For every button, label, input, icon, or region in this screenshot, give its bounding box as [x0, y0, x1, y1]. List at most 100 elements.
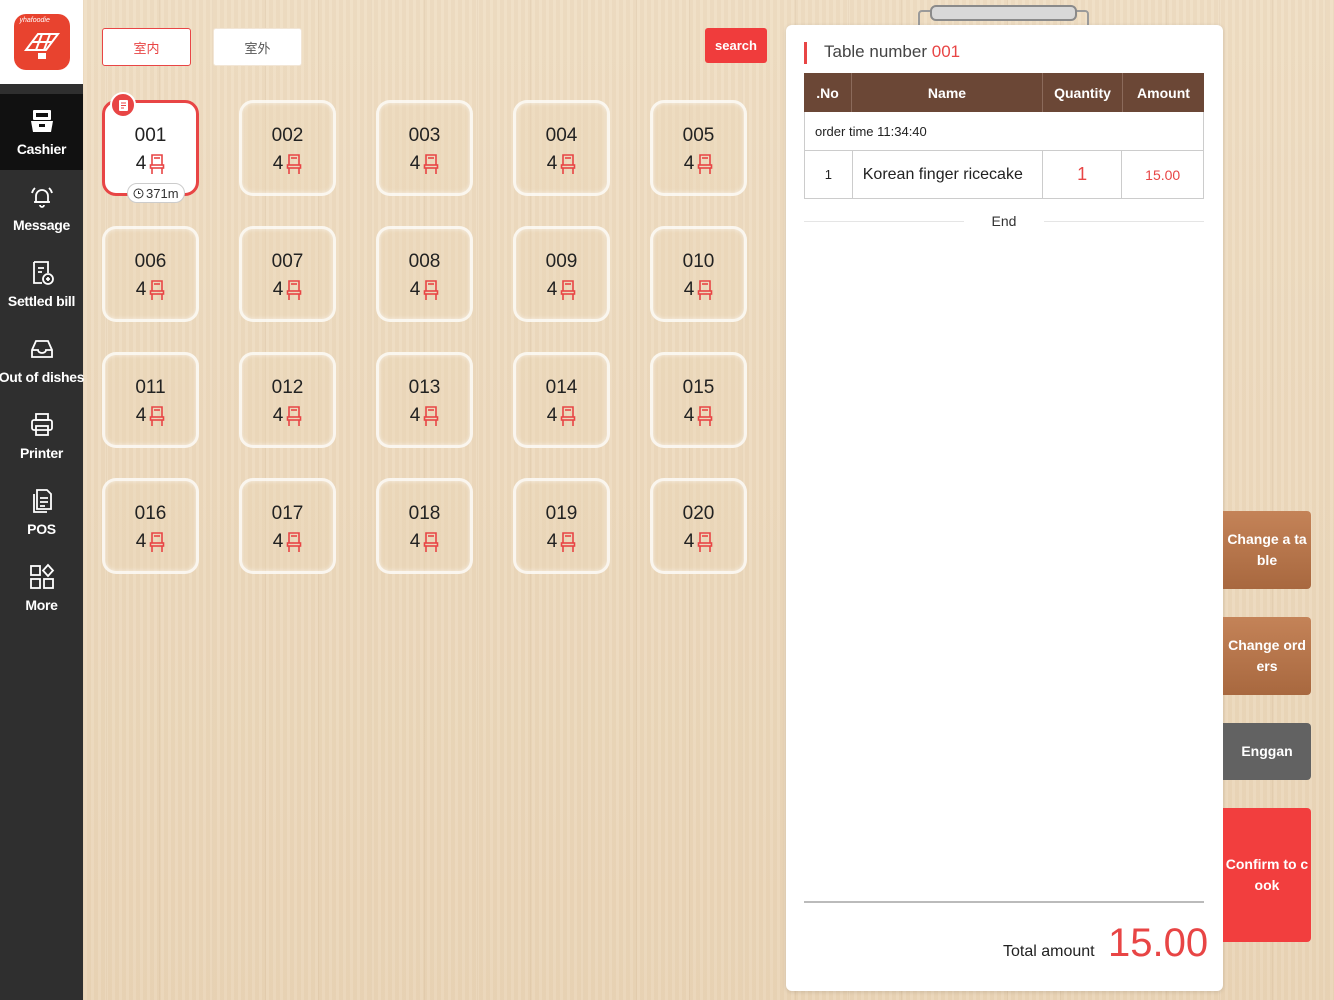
table-number: 003 — [408, 125, 441, 146]
sidebar-item-cashier[interactable]: Cashier — [0, 94, 83, 170]
table-card-015[interactable]: 015 4 — [650, 352, 747, 448]
table-number: 001 — [134, 125, 167, 146]
sidebar-item-label: Message — [12, 217, 71, 233]
column-header-quantity: Quantity — [1043, 73, 1123, 112]
order-receipt: Table number 001 .No Name Quantity Amoun… — [786, 25, 1223, 991]
chair-icon — [149, 406, 165, 426]
table-number: 011 — [135, 377, 166, 398]
table-seats: 4 — [136, 405, 166, 427]
chair-icon — [423, 154, 439, 174]
table-number-value: 001 — [931, 42, 961, 61]
indoor-zone-button[interactable]: 室内 — [102, 28, 191, 66]
receipt-title: Table number 001 — [804, 42, 961, 64]
order-table-header: .No Name Quantity Amount — [804, 73, 1204, 112]
table-card-016[interactable]: 016 4 — [102, 478, 199, 574]
row-name: Korean finger ricecake — [853, 151, 1043, 198]
table-card-006[interactable]: 006 4 — [102, 226, 199, 322]
change-table-button[interactable]: Change a table — [1223, 511, 1311, 589]
seat-count: 4 — [683, 405, 695, 426]
table-card-017[interactable]: 017 4 — [239, 478, 336, 574]
clock-icon — [133, 188, 144, 198]
cashier-icon — [30, 110, 53, 132]
logo-grid-icon — [23, 33, 60, 59]
table-number: 006 — [134, 251, 167, 272]
table-card-010[interactable]: 010 4 — [650, 226, 747, 322]
printer-icon — [30, 413, 53, 436]
enggan-button[interactable]: Enggan — [1223, 723, 1311, 780]
chair-icon — [423, 280, 439, 300]
table-number: 020 — [682, 503, 715, 524]
divider-line — [1044, 220, 1205, 222]
table-card-020[interactable]: 020 4 — [650, 478, 747, 574]
seat-count: 4 — [272, 279, 284, 300]
table-seats: 4 — [136, 531, 166, 553]
table-card-003[interactable]: 003 4 — [376, 100, 473, 196]
end-divider: End — [804, 213, 1205, 229]
table-number: 015 — [682, 377, 715, 398]
table-card-008[interactable]: 008 4 — [376, 226, 473, 322]
table-number: 008 — [408, 251, 441, 272]
table-number: 013 — [408, 377, 441, 398]
seat-count: 4 — [272, 153, 284, 174]
table-card-001[interactable]: 001 4 371m — [102, 92, 199, 203]
table-card-005[interactable]: 005 4 — [650, 100, 747, 196]
table-number: 018 — [408, 503, 441, 524]
sidebar: yhafoodie Cashier Message Settled bill O… — [0, 0, 85, 1000]
order-badge-icon — [110, 92, 136, 118]
table-card-007[interactable]: 007 4 — [239, 226, 336, 322]
timer-value: 371m — [146, 185, 179, 201]
sidebar-item-label: Printer — [19, 445, 64, 461]
sidebar-item-out-of-dishes[interactable]: Out of dishes — [0, 322, 85, 398]
table-number: 007 — [271, 251, 304, 272]
chair-icon — [697, 406, 713, 426]
change-orders-button[interactable]: Change orders — [1223, 617, 1311, 695]
table-number: 012 — [271, 377, 304, 398]
table-card-019[interactable]: 019 4 — [513, 478, 610, 574]
table-seats: 4 — [410, 405, 440, 427]
chair-icon — [149, 532, 165, 552]
confirm-cook-button[interactable]: Confirm to cook — [1223, 808, 1311, 942]
table-card-018[interactable]: 018 4 — [376, 478, 473, 574]
table-card-004[interactable]: 004 4 — [513, 100, 610, 196]
sidebar-item-printer[interactable]: Printer — [0, 398, 83, 474]
occupied-timer: 371m — [127, 183, 185, 203]
column-header-no: .No — [804, 73, 852, 112]
table-number: 005 — [682, 125, 715, 146]
sidebar-item-settled-bill[interactable]: Settled bill — [0, 246, 83, 322]
table-seats: 4 — [136, 153, 166, 175]
tray-icon — [30, 340, 53, 358]
table-card-013[interactable]: 013 4 — [376, 352, 473, 448]
sidebar-item-pos[interactable]: POS — [0, 474, 83, 550]
table-row[interactable]: 1 Korean finger ricecake 1 15.00 — [804, 151, 1204, 199]
total-amount-value: 15.00 — [1108, 921, 1209, 965]
table-card-011[interactable]: 011 4 — [102, 352, 199, 448]
table-card-012[interactable]: 012 4 — [239, 352, 336, 448]
outdoor-zone-button[interactable]: 室外 — [213, 28, 302, 66]
document-icon — [32, 489, 52, 513]
bill-icon — [32, 261, 54, 285]
total-amount-label: Total amount — [1003, 943, 1095, 960]
table-seats: 4 — [684, 531, 714, 553]
table-seats: 4 — [547, 279, 577, 301]
table-card-014[interactable]: 014 4 — [513, 352, 610, 448]
search-button[interactable]: search — [705, 28, 767, 63]
chair-icon — [560, 280, 576, 300]
sidebar-item-label: Out of dishes — [0, 369, 85, 385]
table-seats: 4 — [684, 279, 714, 301]
chair-icon — [423, 532, 439, 552]
seat-count: 4 — [272, 405, 284, 426]
table-seats: 4 — [547, 405, 577, 427]
chair-icon — [286, 280, 302, 300]
table-seats: 4 — [684, 153, 714, 175]
seat-count: 4 — [135, 279, 147, 300]
seat-count: 4 — [272, 531, 284, 552]
row-quantity: 1 — [1043, 151, 1123, 198]
sidebar-item-label: Cashier — [16, 141, 67, 157]
table-card-002[interactable]: 002 4 — [239, 100, 336, 196]
sidebar-item-message[interactable]: Message — [0, 170, 83, 246]
seat-count: 4 — [135, 405, 147, 426]
table-card-009[interactable]: 009 4 — [513, 226, 610, 322]
table-seats: 4 — [547, 531, 577, 553]
sidebar-item-more[interactable]: More — [0, 550, 83, 626]
table-seats: 4 — [547, 153, 577, 175]
